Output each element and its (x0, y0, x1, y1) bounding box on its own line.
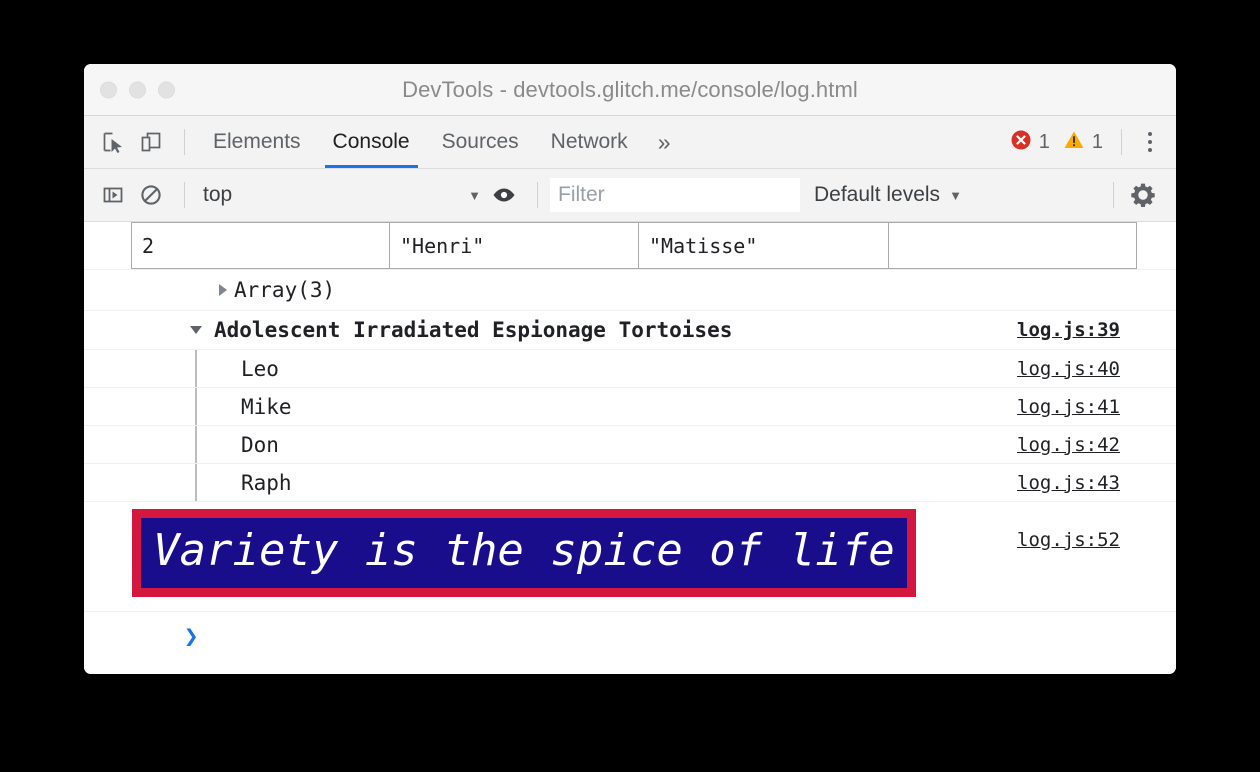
panel-tabs: Elements Console Sources Network » (197, 116, 684, 168)
counters-divider (1121, 129, 1122, 155)
console-styled-message: Variety is the spice of life (132, 509, 916, 597)
warning-triangle-icon (1063, 129, 1085, 156)
group-indent-line (195, 350, 197, 387)
error-circle-icon (1010, 129, 1032, 156)
chevron-right-icon[interactable] (219, 284, 227, 296)
chevron-down-icon: ▼ (949, 187, 962, 203)
tab-network[interactable]: Network (535, 116, 644, 168)
clear-console-icon[interactable] (134, 178, 168, 212)
console-toolbar: top ▼ Default levels ▼ (84, 169, 1176, 222)
console-message-text: Mike (241, 394, 292, 419)
array-preview-label: Array(3) (234, 278, 336, 302)
console-group-item: Mike log.js:41 (84, 388, 1176, 426)
tab-elements[interactable]: Elements (197, 116, 317, 168)
live-expression-eye-icon[interactable] (487, 178, 521, 212)
warning-count: 1 (1091, 130, 1103, 153)
issue-counters[interactable]: 1 1 (1010, 129, 1109, 156)
source-link[interactable]: log.js:40 (1017, 358, 1120, 380)
filter-input[interactable] (550, 178, 800, 212)
table-cell-col0: "Henri" (389, 222, 639, 269)
group-indent-line (195, 426, 197, 463)
execution-context-selector[interactable]: top ▼ (197, 183, 487, 207)
tab-console[interactable]: Console (317, 116, 426, 168)
group-indent-line (195, 464, 197, 501)
error-count: 1 (1038, 130, 1050, 153)
console-prompt[interactable]: ❯ (84, 612, 1176, 660)
source-link[interactable]: log.js:41 (1017, 396, 1120, 418)
console-sidebar-icon[interactable] (96, 178, 130, 212)
window-traffic-lights (100, 81, 175, 98)
window-titlebar: DevTools - devtools.glitch.me/console/lo… (84, 64, 1176, 116)
console-table-message: (index) 0 1 2 "Henri" "Matisse" (84, 222, 1176, 270)
console-group-item: Don log.js:42 (84, 426, 1176, 464)
device-toolbar-icon[interactable] (134, 125, 168, 159)
console-message-text: Raph (241, 470, 292, 495)
tab-sources[interactable]: Sources (426, 116, 535, 168)
console-table: (index) 0 1 2 "Henri" "Matisse" (131, 222, 1137, 269)
console-table-body: 2 "Henri" "Matisse" (131, 222, 1137, 269)
table-cell-col2 (888, 222, 1137, 269)
console-toolbar-divider-1 (184, 182, 185, 208)
console-toolbar-divider-2 (537, 182, 538, 208)
zoom-button[interactable] (158, 81, 175, 98)
console-message-text: Leo (241, 356, 279, 381)
group-indent-line (195, 388, 197, 425)
console-output[interactable]: (index) 0 1 2 "Henri" "Matisse" (84, 222, 1176, 674)
execution-context-value: top (203, 183, 233, 206)
prompt-chevron-icon: ❯ (184, 622, 199, 650)
console-styled-message-row: Variety is the spice of life log.js:52 (84, 502, 1176, 612)
console-group-item: Raph log.js:43 (84, 464, 1176, 502)
console-message-text: Don (241, 432, 279, 457)
log-levels-label: Default levels (814, 183, 941, 206)
console-row-array[interactable]: Array(3) (84, 270, 1176, 311)
source-link[interactable]: log.js:52 (1017, 529, 1120, 551)
devtools-tabbar: Elements Console Sources Network » 1 1 (84, 116, 1176, 169)
kebab-menu-icon[interactable] (1134, 132, 1162, 152)
inspect-element-icon[interactable] (96, 125, 130, 159)
table-cell-col1: "Matisse" (638, 222, 889, 269)
source-link[interactable]: log.js:39 (1017, 319, 1120, 341)
window-title: DevTools - devtools.glitch.me/console/lo… (402, 76, 858, 102)
close-button[interactable] (100, 81, 117, 98)
log-levels-selector[interactable]: Default levels ▼ (814, 183, 968, 207)
console-toolbar-divider-3 (1113, 182, 1114, 208)
chevron-down-icon: ▼ (468, 187, 481, 203)
toolbar-divider (184, 129, 185, 155)
table-cell-index: 2 (131, 222, 390, 269)
devtools-window: DevTools - devtools.glitch.me/console/lo… (84, 64, 1176, 674)
more-tabs-button[interactable]: » (644, 116, 685, 168)
settings-gear-icon[interactable] (1126, 178, 1160, 212)
source-link[interactable]: log.js:43 (1017, 472, 1120, 494)
console-group-header[interactable]: Adolescent Irradiated Espionage Tortoise… (84, 311, 1176, 350)
minimize-button[interactable] (129, 81, 146, 98)
source-link[interactable]: log.js:42 (1017, 434, 1120, 456)
console-group-item: Leo log.js:40 (84, 350, 1176, 388)
console-group-title: Adolescent Irradiated Espionage Tortoise… (214, 318, 733, 342)
table-row: 2 "Henri" "Matisse" (131, 222, 1137, 269)
chevron-down-icon[interactable] (190, 326, 202, 334)
